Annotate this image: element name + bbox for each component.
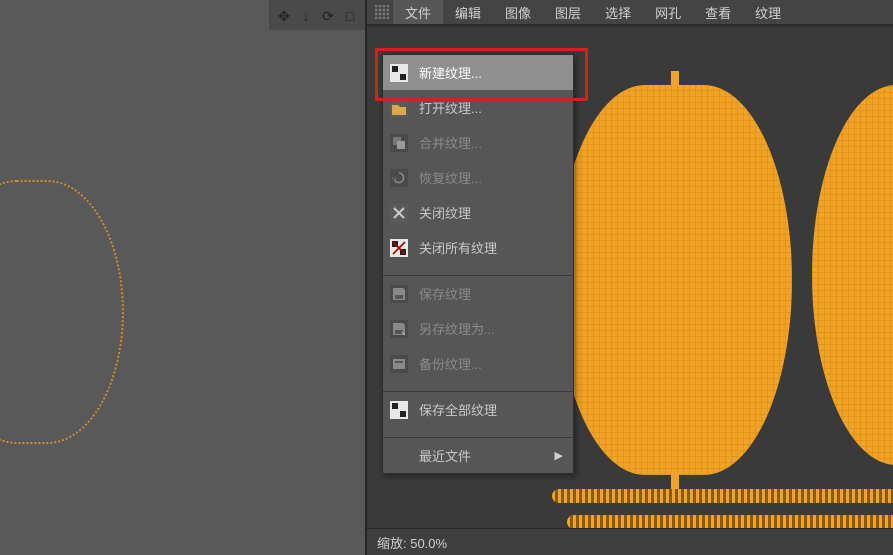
menu-item-label: 备份纹理...: [419, 354, 482, 373]
file-menu-dropdown: 新建纹理... 打开纹理... 合并纹理...: [382, 54, 574, 474]
grid-icon[interactable]: [371, 0, 393, 24]
left-toolbar: ✥ ↓ ⟳ □: [269, 0, 365, 33]
menu-view[interactable]: 查看: [693, 0, 743, 24]
uv-mesh-preview-arc: [0, 180, 124, 444]
save-texture-icon: [389, 284, 409, 304]
down-arrow-icon[interactable]: ↓: [297, 7, 315, 25]
viewport-3d[interactable]: [0, 30, 365, 555]
menu-item-label: 关闭纹理: [419, 203, 471, 222]
menu-new-texture[interactable]: 新建纹理...: [383, 55, 573, 90]
zoom-label: 缩放: 50.0%: [377, 533, 447, 552]
menu-save-texture[interactable]: 保存纹理: [383, 276, 573, 311]
uv-island-1: [557, 85, 792, 475]
merge-texture-icon: [389, 133, 409, 153]
open-texture-icon: [389, 98, 409, 118]
restore-texture-icon: [389, 168, 409, 188]
menu-close-texture[interactable]: 关闭纹理: [383, 195, 573, 230]
menu-item-label: 最近文件: [419, 446, 471, 465]
menu-close-all-textures[interactable]: 关闭所有纹理: [383, 230, 573, 265]
new-texture-icon: [389, 63, 409, 83]
menu-mesh[interactable]: 网孔: [643, 0, 693, 24]
uv-canvas[interactable]: 新建纹理... 打开纹理... 合并纹理...: [367, 25, 893, 528]
menu-texture[interactable]: 纹理: [743, 0, 793, 24]
menu-item-label: 新建纹理...: [419, 63, 482, 82]
menu-item-label: 关闭所有纹理: [419, 238, 497, 257]
menu-restore-texture[interactable]: 恢复纹理...: [383, 160, 573, 195]
menu-item-label: 另存纹理为...: [419, 319, 495, 338]
uv-island-strip-2: [567, 515, 893, 528]
save-as-icon: [389, 319, 409, 339]
left-viewport: ✥ ↓ ⟳ □: [0, 0, 367, 555]
menu-save-texture-as[interactable]: 另存纹理为...: [383, 311, 573, 346]
close-all-textures-icon: [389, 238, 409, 258]
move-icon[interactable]: ✥: [275, 7, 293, 25]
menu-open-texture[interactable]: 打开纹理...: [383, 90, 573, 125]
menu-save-all-textures[interactable]: 保存全部纹理: [383, 392, 573, 427]
close-texture-icon: [389, 203, 409, 223]
backup-icon: [389, 354, 409, 374]
rotate-icon[interactable]: ⟳: [319, 7, 337, 25]
menu-image[interactable]: 图像: [493, 0, 543, 24]
statusbar: 缩放: 50.0%: [367, 528, 893, 555]
menu-item-label: 打开纹理...: [419, 98, 482, 117]
menu-recent-files[interactable]: 最近文件 ▶: [383, 438, 573, 473]
uv-island-2: [812, 85, 893, 465]
menu-select[interactable]: 选择: [593, 0, 643, 24]
save-all-icon: [389, 400, 409, 420]
menu-edit[interactable]: 编辑: [443, 0, 493, 24]
blank-icon: [389, 446, 409, 466]
menu-backup-texture[interactable]: 备份纹理...: [383, 346, 573, 381]
maximize-icon[interactable]: □: [341, 7, 359, 25]
chevron-right-icon: ▶: [555, 449, 563, 462]
menubar: 文件 编辑 图像 图层 选择 网孔 查看 纹理: [367, 0, 893, 25]
uv-island-strip-1: [552, 489, 893, 503]
menu-item-label: 恢复纹理...: [419, 168, 482, 187]
menu-file[interactable]: 文件: [393, 0, 443, 24]
menu-item-label: 合并纹理...: [419, 133, 482, 152]
menu-item-label: 保存纹理: [419, 284, 471, 303]
texture-panel: 文件 编辑 图像 图层 选择 网孔 查看 纹理 新建纹理...: [367, 0, 893, 555]
menu-merge-texture[interactable]: 合并纹理...: [383, 125, 573, 160]
menu-layer[interactable]: 图层: [543, 0, 593, 24]
menu-item-label: 保存全部纹理: [419, 400, 497, 419]
